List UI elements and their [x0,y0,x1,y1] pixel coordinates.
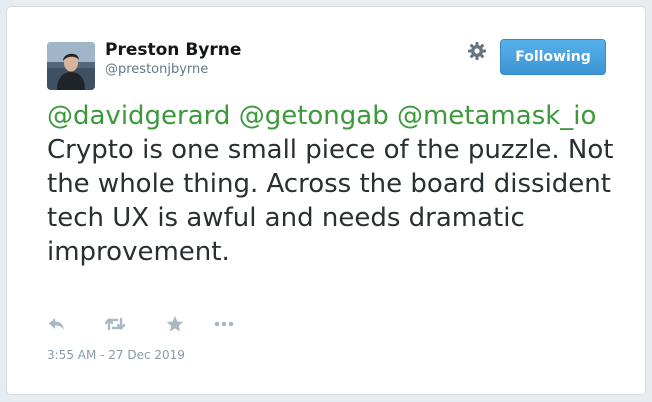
avatar[interactable] [47,42,95,90]
tweet-text: @davidgerard @getongab @metamask_io Cryp… [47,99,617,269]
star-icon[interactable] [165,315,185,333]
following-button[interactable]: Following [500,39,606,75]
mention-link[interactable]: @metamask_io [397,101,596,131]
retweet-icon[interactable] [103,315,127,333]
avatar-photo [47,42,95,90]
tweet-card: Preston Byrne @prestonjbyrne Following @… [6,6,646,395]
author-handle[interactable]: @prestonjbyrne [105,62,208,77]
gear-icon[interactable] [467,41,487,61]
mention-link[interactable]: @getongab [239,101,389,131]
mention-link[interactable]: @davidgerard [47,101,230,131]
tweet-body: Crypto is one small piece of the puzzle.… [47,135,614,267]
tweet-timestamp[interactable]: 3:55 AM - 27 Dec 2019 [47,348,185,362]
more-icon[interactable] [213,315,235,333]
reply-icon[interactable] [47,315,67,333]
author-name[interactable]: Preston Byrne [105,40,241,60]
